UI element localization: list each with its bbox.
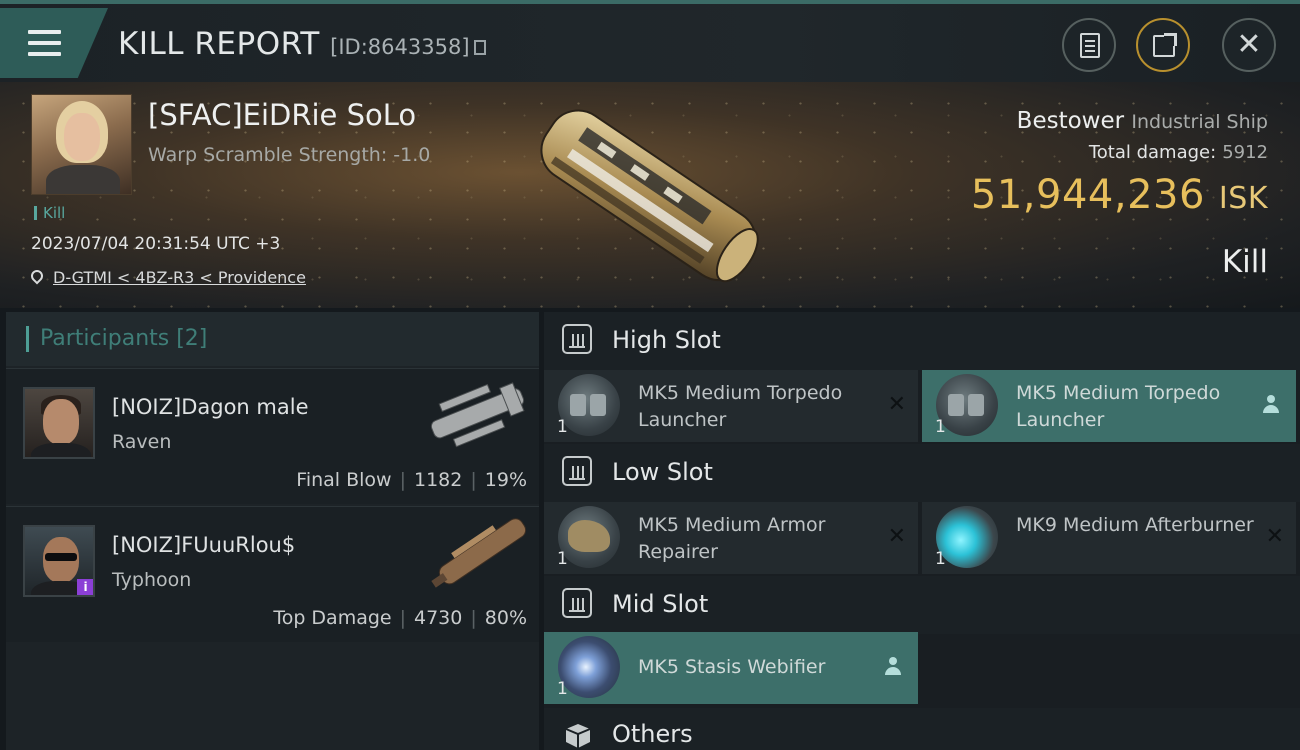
total-damage: Total damage: 5912	[1089, 142, 1268, 163]
avatar[interactable]: i	[23, 525, 95, 597]
participant-ship-image[interactable]	[416, 371, 536, 459]
page-title: KILL REPORT [ID:8643358]	[118, 26, 486, 62]
victim-name[interactable]: [SFAC]EiDRie SoLo	[148, 98, 416, 132]
participants-label: Participants [2]	[26, 326, 207, 352]
others-label: Others	[612, 720, 693, 748]
participant-damage: 4730	[414, 607, 463, 629]
mid-slot-header: Mid Slot	[544, 576, 1300, 634]
module-name: MK9 Medium Afterburner	[1016, 514, 1254, 536]
participants-header: Participants [2]	[6, 312, 539, 366]
share-button[interactable]	[1136, 18, 1190, 72]
destroyed-icon: ✕	[887, 524, 906, 549]
low-slot-icon	[562, 456, 592, 486]
low-slot-header: Low Slot	[544, 444, 1300, 502]
others-header: Others	[544, 708, 1300, 750]
participant-name: [NOIZ]FUuuRlou$	[112, 533, 296, 557]
avatar[interactable]	[23, 387, 95, 459]
module-quantity: 1	[557, 679, 568, 699]
location-link[interactable]: D-GTMI < 4BZ-R3 < Providence	[53, 268, 306, 287]
info-badge: i	[77, 579, 93, 595]
victim-ship-name[interactable]: Bestower Industrial Ship	[1017, 108, 1268, 134]
share-icon	[1153, 33, 1177, 57]
close-icon: ✕	[1236, 27, 1262, 62]
victim-ship-image[interactable]	[520, 82, 780, 308]
module-item[interactable]: 1 MK5 Medium Armor Repairer ✕	[544, 502, 918, 574]
clipboard-button[interactable]	[1062, 18, 1116, 72]
module-name: MK5 Medium Torpedo Launcher	[638, 382, 843, 431]
participants-panel: Participants [2] [NOIZ]Dagon male Raven …	[6, 312, 539, 750]
module-quantity: 1	[935, 549, 946, 569]
mid-slot-icon	[562, 588, 592, 618]
fitting-panel: High Slot 1 MK5 Medium Torpedo Launcher …	[544, 312, 1300, 750]
module-item[interactable]: 1 MK9 Medium Afterburner ✕	[922, 502, 1296, 574]
participant-ship-image[interactable]	[416, 509, 536, 597]
participant-name: [NOIZ]Dagon male	[112, 395, 309, 419]
participant-percent: 80%	[484, 607, 527, 629]
module-quantity: 1	[557, 549, 568, 569]
module-item[interactable]: 1 MK5 Stasis Webifier	[544, 632, 918, 704]
participant-damage: 1182	[414, 469, 463, 491]
module-quantity: 1	[557, 417, 568, 437]
participant-row[interactable]: [NOIZ]Dagon male Raven Final Blow | 1182 | 1…	[6, 368, 539, 504]
page-title-text: KILL REPORT	[118, 26, 320, 62]
participant-percent: 19%	[484, 469, 527, 491]
menu-icon	[28, 30, 61, 34]
isk-unit: ISK	[1218, 181, 1268, 216]
module-name: MK5 Medium Torpedo Launcher	[1016, 382, 1221, 431]
module-name: MK5 Stasis Webifier	[638, 656, 826, 678]
copy-icon[interactable]	[473, 40, 486, 55]
module-name: MK5 Medium Armor Repairer	[638, 514, 826, 563]
victim-portrait[interactable]	[31, 94, 132, 195]
participant-ship: Raven	[112, 431, 172, 453]
participant-ship: Typhoon	[112, 569, 192, 591]
participant-stats: Top Damage | 4730 | 80%	[273, 607, 527, 629]
dropped-person-icon	[884, 657, 902, 677]
kill-location[interactable]: D-GTMI < 4BZ-R3 < Providence	[28, 267, 306, 287]
dropped-person-icon	[1262, 395, 1280, 415]
kill-datetime: 2023/07/04 20:31:54 UTC +3	[31, 234, 281, 254]
top-bar: KILL REPORT [ID:8643358] ✕	[0, 0, 1300, 82]
menu-icon-bar	[28, 52, 61, 56]
kill-result: Kill	[1221, 244, 1268, 280]
close-button[interactable]: ✕	[1222, 18, 1276, 72]
ship-name-text: Bestower	[1016, 108, 1125, 134]
destroyed-icon: ✕	[887, 392, 906, 417]
module-quantity: 1	[935, 417, 946, 437]
location-pin-icon	[28, 267, 46, 285]
clipboard-icon	[1080, 33, 1100, 58]
low-slot-label: Low Slot	[612, 458, 713, 486]
participant-role: Top Damage	[273, 607, 392, 629]
isk-value: 51,944,236 ISK	[971, 172, 1268, 218]
kill-tag: Kill	[34, 206, 65, 221]
high-slot-label: High Slot	[612, 326, 721, 354]
mid-slot-label: Mid Slot	[612, 590, 709, 618]
total-damage-value: 5912	[1222, 142, 1268, 163]
participant-stats: Final Blow | 1182 | 19%	[296, 469, 527, 491]
participant-row[interactable]: i [NOIZ]FUuuRlou$ Typhoon Top Damage | 473…	[6, 506, 539, 642]
isk-amount: 51,944,236	[970, 172, 1205, 218]
menu-button[interactable]	[0, 8, 108, 78]
module-item[interactable]: 1 MK5 Medium Torpedo Launcher	[922, 370, 1296, 442]
total-damage-label: Total damage:	[1088, 142, 1217, 163]
participant-role: Final Blow	[296, 469, 392, 491]
destroyed-icon: ✕	[1265, 524, 1284, 549]
module-item[interactable]: 1 MK5 Medium Torpedo Launcher ✕	[544, 370, 918, 442]
report-id: [ID:8643358]	[330, 35, 470, 59]
warp-scramble-strength: Warp Scramble Strength: -1.0	[148, 144, 431, 166]
kill-banner: [SFAC]EiDRie SoLo Warp Scramble Strength…	[0, 82, 1300, 308]
cargo-box-icon	[565, 724, 591, 748]
menu-icon-bar	[28, 41, 61, 45]
ship-class: Industrial Ship	[1131, 111, 1268, 133]
high-slot-header: High Slot	[544, 312, 1300, 370]
high-slot-icon	[562, 324, 592, 354]
